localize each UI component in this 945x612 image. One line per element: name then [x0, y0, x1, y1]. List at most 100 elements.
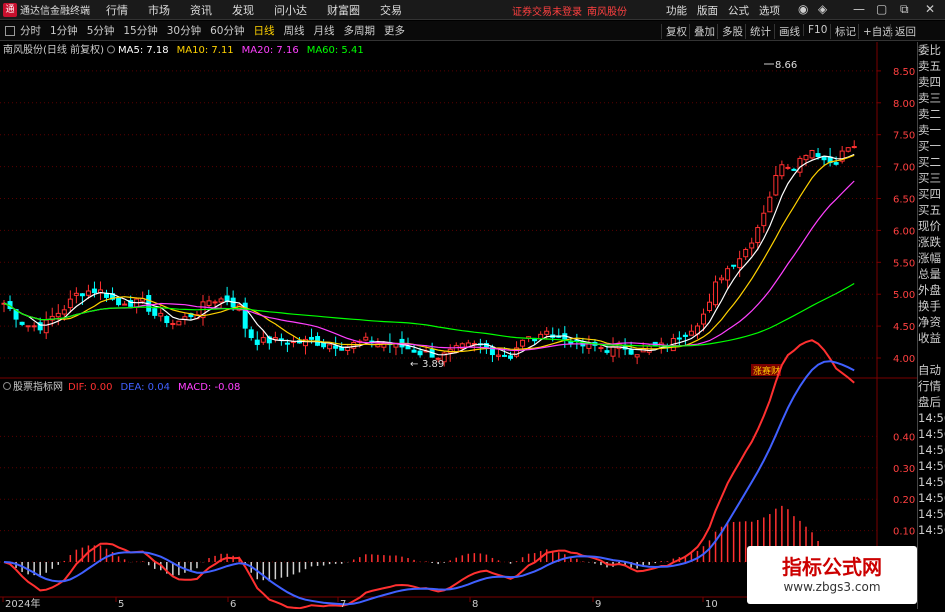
period-1min[interactable]: 1分钟 [50, 23, 78, 38]
menu-function[interactable]: 功能 [666, 3, 687, 18]
candle-body [682, 334, 688, 337]
period-monthly[interactable]: 月线 [314, 23, 335, 38]
side-panel-item[interactable]: 买五 [918, 202, 945, 218]
restore-icon[interactable]: ⧉ [900, 2, 909, 17]
chart-area[interactable]: 南风股份(日线 前复权) MA5: 7.18 MA10: 7.11 MA20: 7.… [0, 42, 945, 610]
side-panel-item[interactable]: 14:56 [918, 426, 945, 442]
side-panel-item[interactable]: 自动 [918, 362, 945, 378]
side-panel-item[interactable]: 卖五 [918, 58, 945, 74]
side-panel-item[interactable]: 总量 [918, 266, 945, 282]
kline-chart[interactable]: 南风股份(日线 前复权) MA5: 7.18 MA10: 7.11 MA20: 7.… [0, 42, 945, 610]
ma-legend-item: MA5: 7.18 [118, 45, 169, 56]
candle-body [61, 309, 67, 315]
period-30min[interactable]: 30分钟 [167, 23, 201, 38]
side-panel-item[interactable]: 现价 [918, 218, 945, 234]
macd-legend-item: DIF: 0.00 [68, 382, 112, 393]
back-button[interactable]: 返回 [890, 24, 916, 39]
indicator-header: 股票指标网 DIF: 0.00 DEA: 0.04 MACD: -0.08 [3, 380, 240, 393]
menu-item-quotes[interactable]: 行情 [106, 2, 128, 18]
current-stock-label[interactable]: 南风股份 [587, 3, 627, 18]
side-panel-item[interactable]: 14:56 [918, 490, 945, 506]
side-panel-item[interactable]: 涨跌 [918, 234, 945, 250]
side-panel-item[interactable]: 14:56 [918, 442, 945, 458]
close-icon[interactable]: ✕ [925, 2, 935, 16]
period-weekly[interactable]: 周线 [284, 23, 305, 38]
side-panel-item[interactable]: 卖四 [918, 74, 945, 90]
menu-layout[interactable]: 版面 [697, 3, 718, 18]
side-panel-item[interactable]: 涨幅 [918, 250, 945, 266]
side-panel-item[interactable]: 外盘 [918, 282, 945, 298]
layout-toggle-icon[interactable] [5, 25, 15, 36]
maximize-icon[interactable]: ▢ [876, 2, 887, 16]
period-5min[interactable]: 5分钟 [87, 23, 115, 38]
indicator-tick-label: 0.20 [893, 495, 915, 506]
candle-body [248, 329, 254, 339]
candle-body [767, 196, 773, 213]
period-15min[interactable]: 15分钟 [123, 23, 157, 38]
side-panel-item[interactable]: 14:56 [918, 474, 945, 490]
draw-line-button[interactable]: 画线 [774, 24, 800, 39]
side-panel-item[interactable]: 买四 [918, 186, 945, 202]
candle-body [610, 346, 616, 357]
candle-body [749, 242, 755, 249]
f10-button[interactable]: F10 [803, 24, 827, 36]
candle-body [417, 350, 423, 356]
multi-stock-button[interactable]: 多股 [717, 24, 743, 39]
side-panel-item[interactable]: 买三 [918, 170, 945, 186]
candle-body [339, 346, 345, 351]
side-panel-item[interactable]: 14:56 [918, 458, 945, 474]
menu-item-trade[interactable]: 交易 [380, 2, 402, 18]
period-daily[interactable]: 日线 [254, 23, 275, 38]
candle-body [707, 301, 713, 312]
ma-legend: MA5: 7.18 MA10: 7.11 MA20: 7.16 MA60: 5.41 [118, 45, 364, 56]
macd-legend: DIF: 0.00 DEA: 0.04 MACD: -0.08 [68, 382, 240, 393]
overlay-button[interactable]: 叠加 [689, 24, 715, 39]
menu-item-news[interactable]: 资讯 [190, 2, 212, 18]
candle-body [327, 344, 333, 350]
candle-body [737, 258, 743, 269]
side-panel-item[interactable]: 买二 [918, 154, 945, 170]
menu-item-market[interactable]: 市场 [148, 2, 170, 18]
candle-body [309, 336, 315, 340]
login-notice[interactable]: 证券交易未登录 [512, 3, 582, 18]
menu-formula[interactable]: 公式 [728, 3, 749, 18]
menu-item-ask[interactable]: 问小达 [274, 2, 307, 18]
menu-options[interactable]: 选项 [759, 3, 780, 18]
period-tick[interactable]: 分时 [20, 23, 41, 38]
side-panel-item[interactable]: 14:56 [918, 410, 945, 426]
side-panel-item[interactable]: 卖三 [918, 90, 945, 106]
candle-body [773, 174, 779, 196]
adjust-button[interactable]: 复权 [661, 24, 687, 39]
side-panel-item[interactable]: 收益 [918, 330, 945, 346]
candle-body [351, 342, 357, 349]
side-panel-item[interactable]: 盘后 [918, 394, 945, 410]
side-panel-item[interactable]: 卖二 [918, 106, 945, 122]
menu-item-discover[interactable]: 发现 [232, 2, 254, 18]
period-multi[interactable]: 多周期 [344, 23, 376, 38]
skin-icon[interactable]: ◈ [818, 2, 827, 16]
stats-button[interactable]: 统计 [745, 24, 771, 39]
side-panel-item[interactable]: 行情 [918, 378, 945, 394]
side-panel-item[interactable]: 换手 [918, 298, 945, 314]
candle-body [43, 319, 49, 334]
side-panel-item[interactable]: 卖一 [918, 122, 945, 138]
candle-body [31, 325, 37, 328]
candle-body [206, 300, 212, 306]
menu-bar: 通 通达信金融终端 行情 市场 资讯 发现 问小达 财富圈 交易 证券交易未登录… [0, 0, 945, 20]
side-panel-item[interactable]: 买一 [918, 138, 945, 154]
minimize-icon[interactable]: — [853, 2, 865, 16]
add-watchlist-button[interactable]: +自选 [858, 24, 893, 39]
price-tick-label: 8.50 [893, 67, 915, 78]
mark-button[interactable]: 标记 [830, 24, 856, 39]
side-panel-item[interactable]: 14:56 [918, 522, 945, 538]
menu-item-wealth[interactable]: 财富圈 [327, 2, 360, 18]
candle-body [725, 268, 731, 281]
candle-body [73, 292, 79, 296]
side-panel-item[interactable]: 14:56 [918, 506, 945, 522]
period-more[interactable]: 更多 [384, 23, 405, 38]
side-panel-item[interactable]: 委比 [918, 42, 945, 58]
period-60min[interactable]: 60分钟 [210, 23, 244, 38]
side-panel-item[interactable] [918, 346, 945, 362]
account-icon[interactable]: ◉ [798, 2, 808, 16]
side-panel-item[interactable]: 净资 [918, 314, 945, 330]
